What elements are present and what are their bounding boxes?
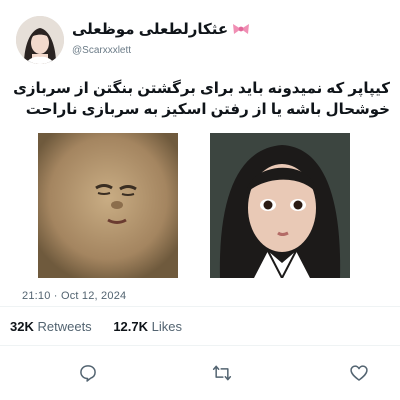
like-icon: [350, 365, 368, 381]
tweet-time: 21:10: [22, 290, 51, 302]
author-names: عثکارلطعلی موظعلی @Scarxxxlett: [72, 20, 250, 56]
tweet-timestamp[interactable]: 21:10 · Oct 12, 2024: [22, 290, 126, 302]
divider: [0, 306, 400, 307]
likes-stat[interactable]: 12.7K Likes: [113, 319, 182, 334]
avatar-image: [16, 16, 64, 64]
author-handle[interactable]: @Scarxxxlett: [72, 45, 250, 56]
tweet-stats: 32K Retweets 12.7K Likes: [10, 319, 200, 334]
timestamp-separator: ·: [53, 290, 58, 302]
tweet-header: عثکارلطعلی موظعلی @Scarxxxlett: [10, 16, 390, 64]
tweet-card: عثکارلطعلی موظعلی @Scarxxxlett کیپاپر که…: [0, 0, 400, 400]
tweet-date: Oct 12, 2024: [60, 290, 127, 302]
retweets-label: Retweets: [37, 319, 92, 334]
avatar[interactable]: [16, 16, 64, 64]
reply-button[interactable]: [77, 362, 99, 384]
retweet-icon: [212, 365, 232, 381]
retweets-count: 32K: [10, 319, 34, 334]
photo-left[interactable]: [38, 133, 178, 278]
tweet-text-line: کیپاپر که نمیدونه باید برای برگشتن بنگتن…: [13, 80, 390, 97]
photo-right-image: [210, 133, 350, 278]
retweet-button[interactable]: [211, 362, 233, 384]
retweets-stat[interactable]: 32K Retweets: [10, 319, 95, 334]
tweet-text: کیپاپر که نمیدونه باید برای برگشتن بنگتن…: [10, 78, 390, 120]
bow-icon: [233, 24, 250, 34]
reply-icon: [80, 365, 96, 382]
divider: [0, 345, 400, 346]
author-display-name-row[interactable]: عثکارلطعلی موظعلی: [72, 20, 250, 38]
tweet-text-line: خوشحال باشه یا از رفتن اسکیز به سربازی ن…: [25, 101, 390, 118]
photo-left-image: [38, 133, 178, 278]
like-button[interactable]: [348, 362, 370, 384]
tweet-actions: [0, 362, 400, 386]
likes-label: Likes: [151, 319, 182, 334]
photo-right[interactable]: [210, 133, 350, 278]
likes-count: 12.7K: [113, 319, 149, 334]
author-display-name: عثکارلطعلی موظعلی: [72, 21, 229, 38]
tweet-media: [38, 133, 350, 278]
